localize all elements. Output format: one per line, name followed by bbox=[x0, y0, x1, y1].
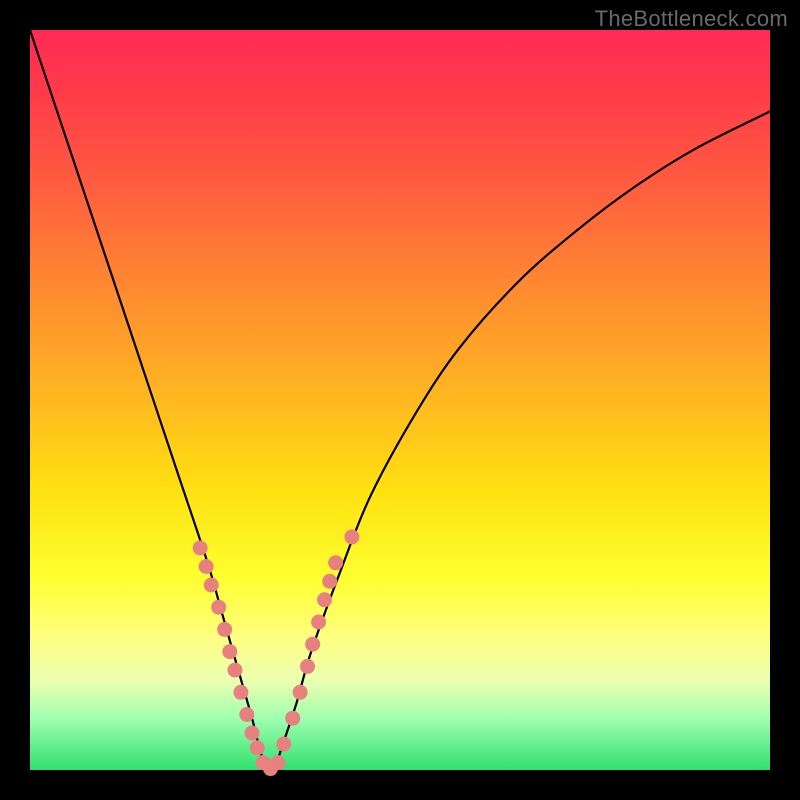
data-marker bbox=[217, 622, 232, 637]
data-marker bbox=[317, 592, 332, 607]
data-marker bbox=[227, 663, 242, 678]
watermark-text: TheBottleneck.com bbox=[595, 6, 788, 32]
data-marker bbox=[328, 555, 343, 570]
marker-cluster bbox=[193, 529, 360, 776]
data-marker bbox=[193, 541, 208, 556]
curve-layer bbox=[30, 30, 770, 770]
data-marker bbox=[239, 707, 254, 722]
data-marker bbox=[250, 740, 265, 755]
data-marker bbox=[344, 529, 359, 544]
bottleneck-curve bbox=[30, 30, 770, 773]
data-marker bbox=[322, 574, 337, 589]
data-marker bbox=[293, 685, 308, 700]
chart-frame: TheBottleneck.com bbox=[0, 0, 800, 800]
data-marker bbox=[199, 559, 214, 574]
data-marker bbox=[305, 637, 320, 652]
plot-area bbox=[30, 30, 770, 770]
data-marker bbox=[233, 685, 248, 700]
data-marker bbox=[245, 726, 260, 741]
data-marker bbox=[285, 711, 300, 726]
data-marker bbox=[270, 755, 285, 770]
data-marker bbox=[276, 737, 291, 752]
data-marker bbox=[311, 615, 326, 630]
data-marker bbox=[204, 578, 219, 593]
data-marker bbox=[222, 644, 237, 659]
data-marker bbox=[211, 600, 226, 615]
data-marker bbox=[300, 659, 315, 674]
